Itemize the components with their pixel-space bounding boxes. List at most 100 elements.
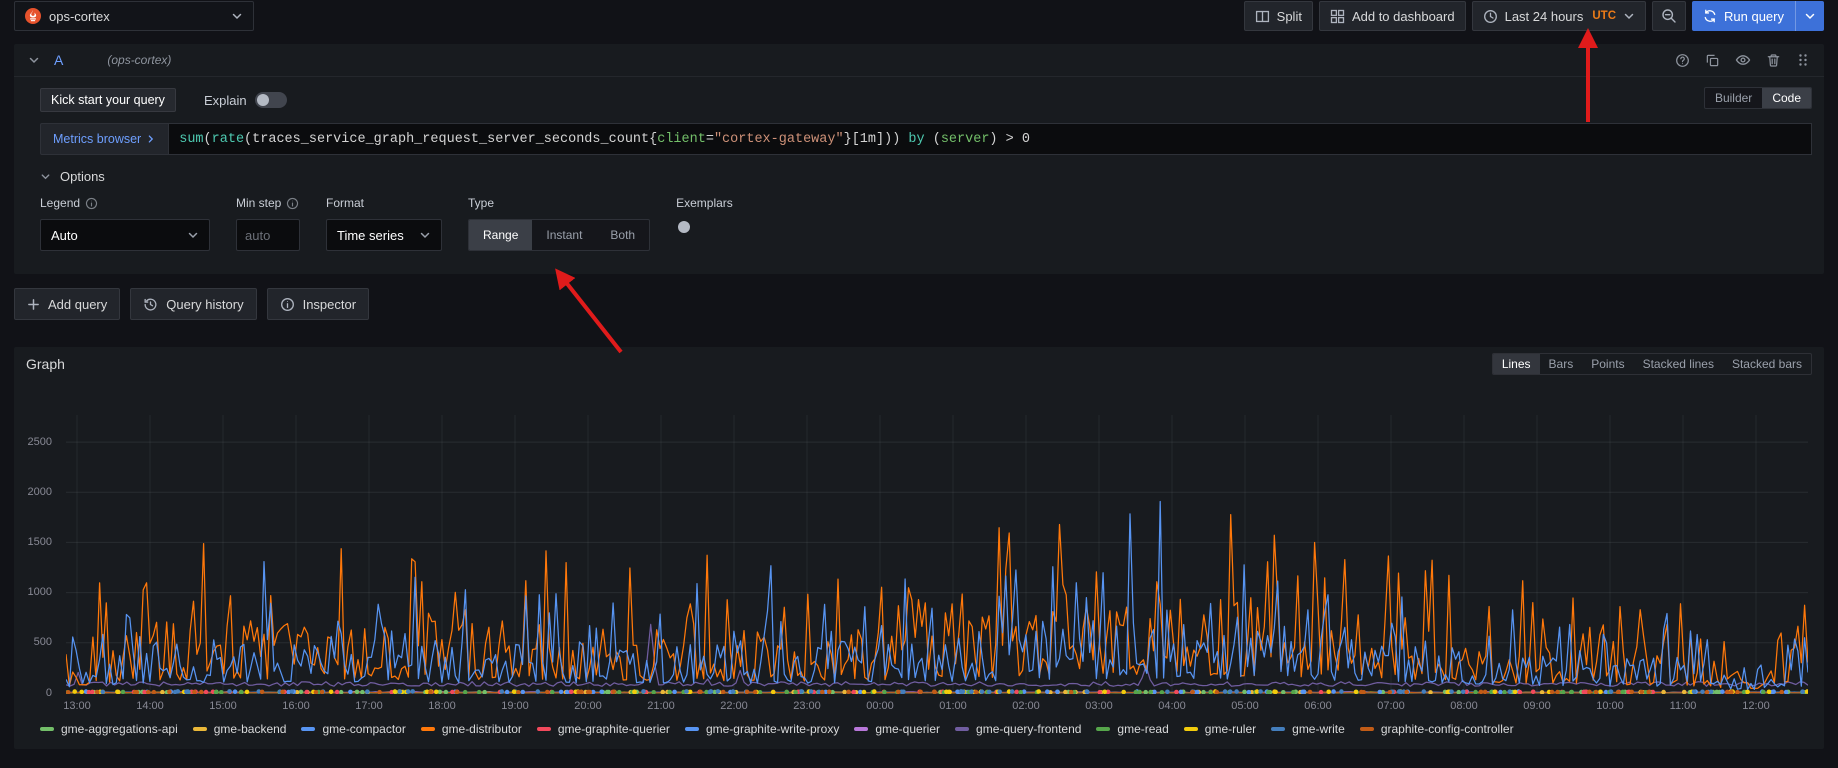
expr-token: server xyxy=(941,132,990,147)
editor-mode-switch: Builder Code xyxy=(1704,87,1812,109)
x-axis-tick: 16:00 xyxy=(274,700,318,712)
chevron-down-icon xyxy=(187,229,199,241)
remove-query-icon[interactable] xyxy=(1766,53,1781,68)
x-axis: 13:0014:0015:0016:0017:0018:0019:0020:00… xyxy=(66,700,1808,714)
type-range-option[interactable]: Range xyxy=(469,220,532,250)
legend-label: gme-distributor xyxy=(442,722,522,736)
zoom-out-button[interactable] xyxy=(1652,1,1686,31)
legend-swatch xyxy=(1184,727,1198,731)
info-circle-icon xyxy=(286,197,299,210)
legend-swatch xyxy=(301,727,315,731)
time-range-picker[interactable]: Last 24 hours UTC xyxy=(1472,1,1646,31)
x-axis-tick: 14:00 xyxy=(128,700,172,712)
y-axis: 05001000150020002500 xyxy=(14,415,58,694)
graph-style-bars[interactable]: Bars xyxy=(1540,354,1583,374)
legend-item[interactable]: gme-querier xyxy=(854,722,940,736)
legend-item[interactable]: gme-query-frontend xyxy=(955,722,1081,736)
builder-mode-option[interactable]: Builder xyxy=(1705,88,1762,108)
graph-style-lines[interactable]: Lines xyxy=(1493,354,1540,374)
code-mode-option[interactable]: Code xyxy=(1762,88,1811,108)
metrics-browser-label: Metrics browser xyxy=(53,132,141,146)
promql-expression-input[interactable]: sum(rate(traces_service_graph_request_se… xyxy=(168,123,1812,155)
split-label: Split xyxy=(1277,9,1302,24)
x-axis-tick: 09:00 xyxy=(1515,700,1559,712)
x-axis-tick: 15:00 xyxy=(201,700,245,712)
split-button[interactable]: Split xyxy=(1244,1,1313,31)
inspector-button[interactable]: Inspector xyxy=(267,288,369,320)
legend-swatch xyxy=(955,727,969,731)
legend-select[interactable]: Auto xyxy=(40,219,210,251)
x-axis-tick: 21:00 xyxy=(639,700,683,712)
legend-item[interactable]: gme-read xyxy=(1096,722,1168,736)
chevron-down-icon xyxy=(1623,10,1635,22)
explain-toggle[interactable] xyxy=(255,92,287,108)
run-query-button[interactable]: Run query xyxy=(1692,1,1824,31)
graph-style-stacked-lines[interactable]: Stacked lines xyxy=(1634,354,1723,374)
time-series-plot[interactable] xyxy=(66,415,1808,694)
sync-icon xyxy=(1703,9,1717,23)
expr-token: rate xyxy=(212,132,244,147)
split-icon xyxy=(1255,9,1270,24)
expr-token: } xyxy=(844,132,852,147)
legend-label: gme-query-frontend xyxy=(976,722,1081,736)
metrics-browser-button[interactable]: Metrics browser xyxy=(40,123,168,155)
explore-toolbar: ops-cortex Split Add to dashboard Last 2… xyxy=(0,0,1838,32)
legend-item[interactable]: gme-ruler xyxy=(1184,722,1256,736)
legend-item[interactable]: gme-aggregations-api xyxy=(40,722,178,736)
add-query-button[interactable]: Add query xyxy=(14,288,120,320)
run-query-dropdown[interactable] xyxy=(1796,1,1824,31)
legend-swatch xyxy=(193,727,207,731)
legend-item[interactable]: gme-distributor xyxy=(421,722,522,736)
legend-value: Auto xyxy=(51,228,78,243)
expr-token: ) > 0 xyxy=(989,132,1030,147)
y-axis-tick: 0 xyxy=(46,687,52,699)
min-step-input[interactable] xyxy=(236,219,300,251)
x-axis-tick: 05:00 xyxy=(1223,700,1267,712)
graph-title: Graph xyxy=(26,356,65,372)
graph-style-stacked-bars[interactable]: Stacked bars xyxy=(1723,354,1811,374)
time-range-label: Last 24 hours xyxy=(1505,9,1584,24)
legend-swatch xyxy=(40,727,54,731)
add-to-dashboard-label: Add to dashboard xyxy=(1352,9,1455,24)
info-circle-icon xyxy=(280,297,295,312)
legend-item[interactable]: gme-backend xyxy=(193,722,287,736)
duplicate-query-icon[interactable] xyxy=(1705,53,1720,68)
y-axis-tick: 1500 xyxy=(28,536,52,548)
annotation-arrow xyxy=(565,281,621,352)
type-label: Type xyxy=(468,196,494,210)
drag-handle-icon[interactable] xyxy=(1796,53,1810,67)
legend-item[interactable]: gme-graphite-write-proxy xyxy=(685,722,839,736)
toggle-visibility-icon[interactable] xyxy=(1735,52,1751,68)
add-to-dashboard-button[interactable]: Add to dashboard xyxy=(1319,1,1466,31)
query-header: A (ops-cortex) xyxy=(14,44,1824,77)
legend-item[interactable]: gme-graphite-querier xyxy=(537,722,670,736)
help-icon[interactable] xyxy=(1675,53,1690,68)
expr-token: "cortex-gateway" xyxy=(714,132,844,147)
query-editor-body: Kick start your query Explain Builder Co… xyxy=(14,77,1824,251)
legend-label: gme-backend xyxy=(214,722,287,736)
x-axis-tick: 13:00 xyxy=(55,700,99,712)
expr-token: ( xyxy=(925,132,941,147)
type-both-option[interactable]: Both xyxy=(596,220,649,250)
x-axis-tick: 20:00 xyxy=(566,700,610,712)
collapse-chevron-icon[interactable] xyxy=(28,54,40,66)
query-ref-id[interactable]: A xyxy=(54,52,63,68)
legend-label: gme-querier xyxy=(875,722,940,736)
kick-start-query-button[interactable]: Kick start your query xyxy=(40,88,176,112)
query-datasource-hint: (ops-cortex) xyxy=(107,53,171,67)
legend-item[interactable]: gme-write xyxy=(1271,722,1345,736)
type-instant-option[interactable]: Instant xyxy=(532,220,596,250)
expr-token: sum xyxy=(179,132,203,147)
format-select[interactable]: Time series xyxy=(326,219,442,251)
options-section-toggle[interactable]: Options xyxy=(40,169,1812,184)
legend-label: gme-graphite-write-proxy xyxy=(706,722,839,736)
expr-token: ( xyxy=(244,132,252,147)
y-axis-tick: 2000 xyxy=(28,486,52,498)
legend-item[interactable]: graphite-config-controller xyxy=(1360,722,1514,736)
legend-item[interactable]: gme-compactor xyxy=(301,722,405,736)
datasource-name: ops-cortex xyxy=(49,9,223,24)
query-history-button[interactable]: Query history xyxy=(130,288,256,320)
graph-style-points[interactable]: Points xyxy=(1582,354,1633,374)
x-axis-tick: 01:00 xyxy=(931,700,975,712)
datasource-picker[interactable]: ops-cortex xyxy=(14,1,254,31)
